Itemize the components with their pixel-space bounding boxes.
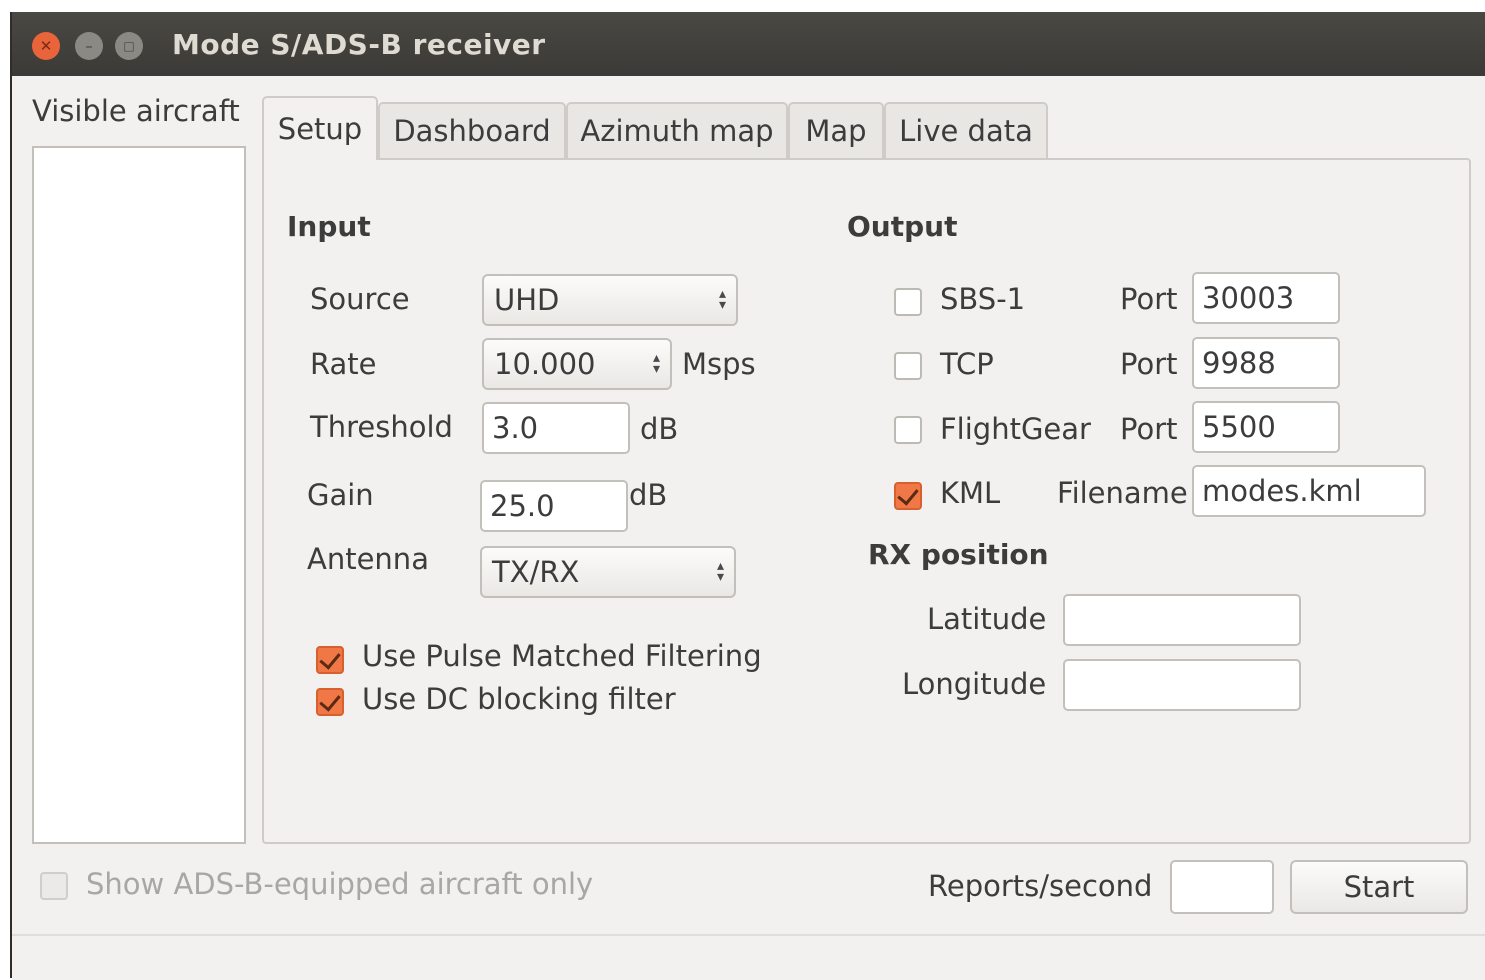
kml-filename-value: modes.kml <box>1202 474 1362 508</box>
latitude-label: Latitude <box>927 602 1047 636</box>
sbs1-label[interactable]: SBS-1 <box>940 282 1025 316</box>
combo-arrows-icon: ▴ ▾ <box>718 286 726 313</box>
tcp-checkbox[interactable] <box>894 352 922 380</box>
longitude-label: Longitude <box>902 667 1047 701</box>
reports-per-second-label: Reports/second <box>928 869 1153 903</box>
status-bar <box>12 934 1485 980</box>
threshold-label: Threshold <box>310 410 453 444</box>
threshold-unit: dB <box>640 412 679 446</box>
kml-checkbox[interactable] <box>894 482 922 510</box>
source-select[interactable]: UHD ▴ ▾ <box>482 274 738 326</box>
flightgear-label[interactable]: FlightGear <box>940 412 1091 446</box>
kml-filename-label: Filename <box>1057 476 1188 510</box>
visible-aircraft-label: Visible aircraft <box>32 94 240 128</box>
tab-map[interactable]: Map <box>788 102 884 158</box>
window-title: Mode S/ADS-B receiver <box>172 28 546 61</box>
rate-label: Rate <box>310 347 377 381</box>
antenna-label: Antenna <box>307 542 429 576</box>
minimize-icon[interactable]: – <box>75 32 103 60</box>
tcp-port-value: 9988 <box>1202 346 1276 380</box>
pulse-filter-checkbox[interactable] <box>316 646 344 674</box>
gain-input[interactable]: 25.0 <box>480 480 628 532</box>
start-button[interactable]: Start <box>1290 860 1468 914</box>
tab-dashboard[interactable]: Dashboard <box>378 102 566 158</box>
reports-per-second-field <box>1170 860 1274 914</box>
flightgear-port-label: Port <box>1120 412 1178 446</box>
threshold-input[interactable]: 3.0 <box>482 402 630 454</box>
tab-live-data[interactable]: Live data <box>884 102 1048 158</box>
rate-spinbox[interactable]: 10.000 ▴ ▾ <box>482 338 672 390</box>
maximize-icon[interactable]: □ <box>115 32 143 60</box>
sbs1-port-label: Port <box>1120 282 1178 316</box>
gain-unit: dB <box>629 478 668 512</box>
sbs1-port-input[interactable]: 30003 <box>1192 272 1340 324</box>
tab-setup[interactable]: Setup <box>262 96 378 160</box>
rx-position-heading: RX position <box>868 538 1049 571</box>
sbs1-checkbox[interactable] <box>894 288 922 316</box>
dc-filter-label[interactable]: Use DC blocking filter <box>362 682 676 716</box>
longitude-input[interactable] <box>1063 659 1301 711</box>
tcp-port-label: Port <box>1120 347 1178 381</box>
rate-value: 10.000 <box>494 347 596 381</box>
input-heading: Input <box>287 210 371 243</box>
kml-filename-input[interactable]: modes.kml <box>1192 465 1426 517</box>
sbs1-port-value: 30003 <box>1202 281 1295 315</box>
pulse-filter-label[interactable]: Use Pulse Matched Filtering <box>362 639 762 673</box>
dc-filter-checkbox[interactable] <box>316 688 344 716</box>
antenna-value: TX/RX <box>492 555 580 589</box>
ads-only-label[interactable]: Show ADS-B-equipped aircraft only <box>86 867 593 901</box>
gain-label: Gain <box>307 478 374 512</box>
tcp-label[interactable]: TCP <box>940 347 994 381</box>
kml-label[interactable]: KML <box>940 476 1000 510</box>
combo-arrows-icon: ▴ ▾ <box>716 558 724 585</box>
antenna-select[interactable]: TX/RX ▴ ▾ <box>480 546 736 598</box>
flightgear-port-value: 5500 <box>1202 410 1276 444</box>
flightgear-port-input[interactable]: 5500 <box>1192 401 1340 453</box>
gain-value: 25.0 <box>490 489 555 523</box>
output-heading: Output <box>847 210 958 243</box>
tcp-port-input[interactable]: 9988 <box>1192 337 1340 389</box>
tab-azimuth-map[interactable]: Azimuth map <box>566 102 788 158</box>
aircraft-list[interactable] <box>32 146 246 844</box>
flightgear-checkbox[interactable] <box>894 416 922 444</box>
source-label: Source <box>310 282 410 316</box>
rate-unit: Msps <box>682 347 756 381</box>
ads-only-checkbox[interactable] <box>40 872 68 900</box>
spin-arrows-icon[interactable]: ▴ ▾ <box>653 351 660 376</box>
source-value: UHD <box>494 283 560 317</box>
close-icon[interactable]: ✕ <box>32 32 60 60</box>
threshold-value: 3.0 <box>492 411 539 445</box>
main-window: ✕ – □ Mode S/ADS-B receiver Visible airc… <box>10 12 1485 980</box>
latitude-input[interactable] <box>1063 594 1301 646</box>
title-bar: ✕ – □ Mode S/ADS-B receiver <box>12 12 1485 76</box>
